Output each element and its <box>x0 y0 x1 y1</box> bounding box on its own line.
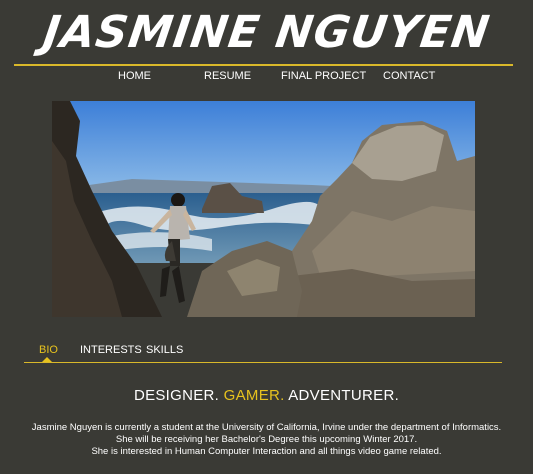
bio-line: She is interested in Human Computer Inte… <box>91 446 442 457</box>
bio-line: She will be receiving her Bachelor's Deg… <box>115 434 418 445</box>
headline-designer: DESIGNER. <box>133 387 220 404</box>
nav-resume-link[interactable]: RESUME <box>204 70 251 82</box>
nav-home-link[interactable]: HOME <box>118 70 151 82</box>
nav-final-project-link[interactable]: FINAL PROJECT <box>281 70 366 82</box>
bio-tabs: BIO INTERESTS SKILLS <box>0 342 533 362</box>
headline-gamer: GAMER. <box>223 387 285 404</box>
header-divider <box>14 64 513 66</box>
headline-adventurer: ADVENTURER. <box>288 387 400 404</box>
tabs-divider <box>24 362 502 363</box>
tab-bio[interactable]: BIO <box>39 344 58 356</box>
tab-skills[interactable]: SKILLS <box>146 344 183 356</box>
bio-headline: DESIGNER. GAMER. ADVENTURER. <box>0 387 533 404</box>
bio-line: Jasmine Nguyen is currently a student at… <box>31 422 502 433</box>
site-logo[interactable]: JASMINE NGUYEN <box>0 4 533 62</box>
hero-photo <box>52 101 475 317</box>
main-nav: HOME RESUME FINAL PROJECT CONTACT <box>0 68 533 88</box>
nav-contact-link[interactable]: CONTACT <box>383 70 435 82</box>
tab-interests[interactable]: INTERESTS <box>80 344 142 356</box>
bio-text: Jasmine Nguyen is currently a student at… <box>0 422 533 458</box>
